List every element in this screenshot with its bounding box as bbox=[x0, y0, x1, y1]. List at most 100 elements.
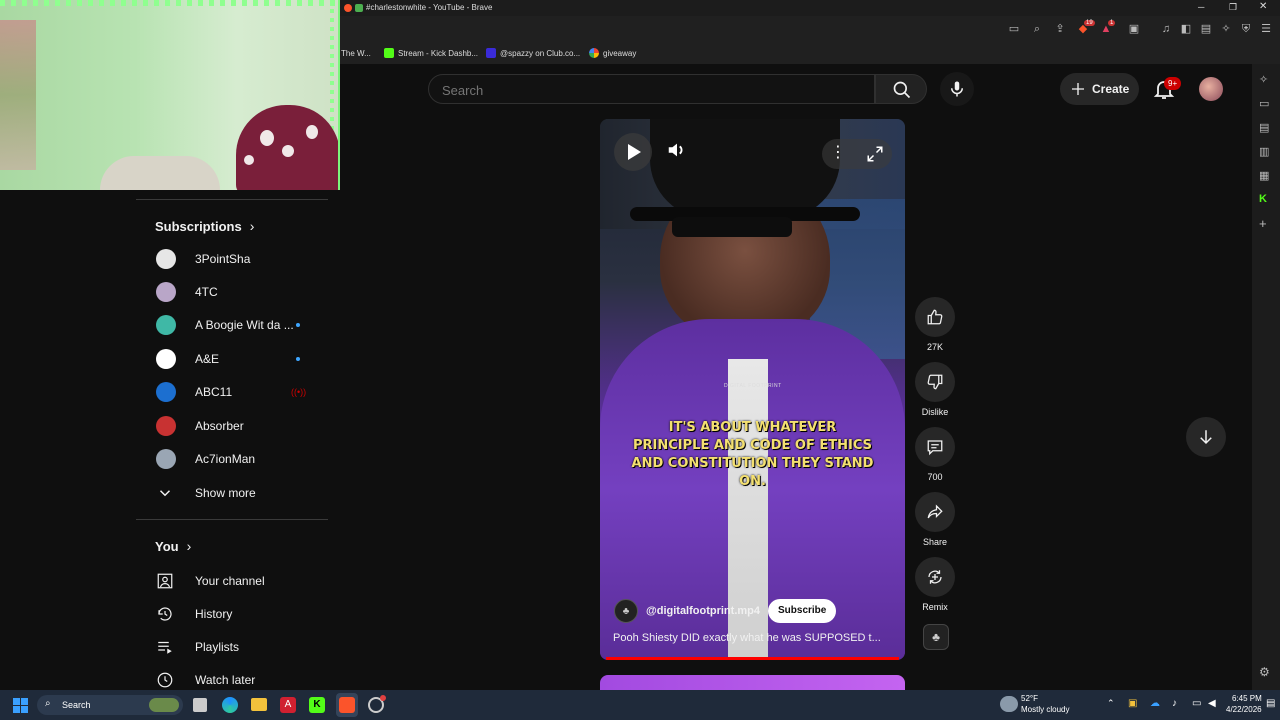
bookmark-item[interactable]: @spazzy on Club.co... bbox=[486, 46, 580, 60]
remix-action[interactable]: Remix bbox=[915, 557, 955, 612]
zoom-icon[interactable]: ⌕ bbox=[1030, 22, 1044, 36]
subscription-item[interactable]: A&E bbox=[136, 342, 330, 375]
share-button[interactable] bbox=[915, 492, 955, 532]
sidebar-toggle-icon[interactable]: ◧ bbox=[1179, 22, 1193, 36]
menu-icon[interactable]: ☰ bbox=[1259, 22, 1273, 36]
sidebar: Subscriptions › 3PointSha 4TC A Boogie Wit… bbox=[136, 190, 330, 690]
tray-volume-icon[interactable]: ◀ bbox=[1208, 698, 1216, 709]
chevron-right-icon: › bbox=[249, 218, 255, 234]
task-view-icon[interactable] bbox=[193, 698, 207, 712]
kick-app-icon[interactable]: K bbox=[309, 697, 325, 713]
shorts-video-player[interactable]: DIGITAL FOOTPRINT ⋮ IT'S ABOUT WHATEVER … bbox=[600, 119, 905, 660]
bookmarks-panel-icon[interactable]: ▥ bbox=[1259, 145, 1269, 158]
reading-list-icon[interactable]: ▦ bbox=[1259, 169, 1269, 182]
vpn-icon[interactable]: ⛨ bbox=[1239, 22, 1253, 36]
leo-icon[interactable]: ✧ bbox=[1219, 22, 1233, 36]
brave-app-icon[interactable] bbox=[339, 697, 355, 713]
kick-panel-icon[interactable]: K bbox=[1259, 193, 1267, 205]
weather-cloud-icon[interactable] bbox=[1000, 696, 1018, 712]
clock-date[interactable]: 4/22/2026 bbox=[1226, 705, 1262, 714]
tray-mic-icon[interactable]: ♪ bbox=[1172, 698, 1177, 709]
windows-start-icon[interactable] bbox=[13, 698, 28, 713]
show-more-button[interactable]: Show more bbox=[136, 476, 330, 509]
share-label: Share bbox=[922, 537, 948, 547]
search-box[interactable] bbox=[428, 74, 875, 104]
notification-center-icon[interactable]: ▤ bbox=[1266, 698, 1275, 709]
bookmark-item[interactable]: The W... bbox=[341, 46, 371, 60]
search-highlight-image bbox=[149, 698, 179, 712]
subscription-item[interactable]: A Boogie Wit da ... bbox=[136, 309, 330, 342]
subscription-item[interactable]: Ac7ionMan bbox=[136, 442, 330, 475]
share-page-icon[interactable]: ⇪ bbox=[1053, 22, 1067, 36]
pattern-spot bbox=[260, 130, 274, 146]
like-action[interactable]: 27K bbox=[915, 297, 955, 352]
extension-icon[interactable]: ▣ bbox=[1127, 22, 1141, 36]
comment-icon bbox=[927, 440, 943, 456]
wallet-icon[interactable]: ▤ bbox=[1199, 22, 1213, 36]
bookmark-item[interactable]: Stream - Kick Dashb... bbox=[384, 46, 478, 60]
more-options-icon[interactable]: ⋮ bbox=[830, 142, 846, 162]
minimize-icon[interactable]: ─ bbox=[1198, 2, 1204, 12]
next-video-button[interactable] bbox=[1186, 417, 1226, 457]
nav-playlists[interactable]: Playlists bbox=[136, 630, 330, 663]
you-header[interactable]: You › bbox=[155, 538, 191, 554]
subscription-item[interactable]: 3PointSha bbox=[136, 242, 330, 275]
channel-avatar bbox=[156, 281, 176, 302]
search-button[interactable] bbox=[875, 74, 927, 104]
player-controls-pill: ⋮ bbox=[822, 139, 892, 169]
channel-name[interactable]: @digitalfootprint.mp4 bbox=[646, 605, 760, 617]
expand-icon[interactable] bbox=[866, 145, 884, 163]
restore-icon[interactable]: ❐ bbox=[1229, 2, 1237, 13]
taskbar-search[interactable]: ⌕ Search bbox=[37, 695, 183, 715]
adobe-icon[interactable]: A bbox=[280, 697, 296, 713]
video-progress-bar[interactable] bbox=[606, 657, 899, 660]
dislike-action[interactable]: Dislike bbox=[915, 362, 955, 417]
clock-time[interactable]: 6:45 PM bbox=[1232, 694, 1262, 703]
add-panel-icon[interactable]: + bbox=[1259, 216, 1267, 231]
obs-recording-dot bbox=[380, 695, 386, 701]
bookmark-item[interactable]: giveaway bbox=[589, 46, 636, 60]
history-icon bbox=[158, 606, 172, 621]
mute-button[interactable] bbox=[666, 139, 694, 167]
comments-action[interactable]: 700 bbox=[915, 427, 955, 482]
account-avatar[interactable] bbox=[1199, 77, 1223, 101]
remix-button[interactable] bbox=[915, 557, 955, 597]
play-button[interactable] bbox=[614, 133, 652, 171]
screen-icon[interactable]: ▭ bbox=[1007, 22, 1021, 36]
nav-your-channel[interactable]: Your channel bbox=[136, 564, 330, 597]
voice-search-button[interactable] bbox=[940, 72, 974, 106]
you-title: You bbox=[155, 538, 179, 554]
subscriptions-header[interactable]: Subscriptions › bbox=[155, 218, 254, 234]
subscribe-button[interactable]: Subscribe bbox=[768, 599, 837, 623]
video-title[interactable]: Pooh Shiesty DID exactly what he was SUP… bbox=[613, 632, 893, 644]
wallet-panel-icon[interactable]: ▭ bbox=[1259, 97, 1269, 110]
pattern-spot bbox=[306, 125, 318, 139]
sound-thumbnail[interactable]: ♣ bbox=[923, 624, 949, 650]
nav-history[interactable]: History bbox=[136, 597, 330, 630]
tabs-panel-icon[interactable]: ▤ bbox=[1259, 121, 1269, 134]
subscription-item[interactable]: Absorber bbox=[136, 409, 330, 442]
like-button[interactable] bbox=[915, 297, 955, 337]
create-button[interactable]: Create bbox=[1060, 73, 1139, 105]
file-explorer-icon[interactable] bbox=[251, 698, 267, 711]
search-input[interactable] bbox=[442, 81, 842, 99]
search-icon bbox=[893, 81, 911, 99]
tray-cloud-icon[interactable]: ☁ bbox=[1150, 698, 1160, 709]
settings-gear-icon[interactable]: ⚙ bbox=[1259, 665, 1270, 679]
channel-avatar[interactable]: ♣ bbox=[614, 599, 638, 623]
media-icon[interactable]: ♫ bbox=[1159, 22, 1173, 36]
subscription-item[interactable]: 4TC bbox=[136, 275, 330, 308]
comments-button[interactable] bbox=[915, 427, 955, 467]
dislike-button[interactable] bbox=[915, 362, 955, 402]
tray-chevron-up-icon[interactable]: ⌃ bbox=[1107, 698, 1115, 709]
divider bbox=[136, 199, 328, 200]
edge-icon[interactable] bbox=[222, 697, 238, 713]
leo-ai-icon[interactable]: ✧ bbox=[1259, 73, 1268, 86]
share-action[interactable]: Share bbox=[915, 492, 955, 547]
tray-app-icon[interactable]: ▣ bbox=[1128, 698, 1137, 709]
tab-favicon-icon bbox=[355, 4, 363, 12]
bookmark-label: giveaway bbox=[603, 48, 637, 58]
tray-display-icon[interactable]: ▭ bbox=[1192, 698, 1201, 709]
subscription-item[interactable]: ABC11 ((•)) bbox=[136, 376, 330, 409]
close-window-icon[interactable]: ✕ bbox=[1259, 1, 1267, 12]
